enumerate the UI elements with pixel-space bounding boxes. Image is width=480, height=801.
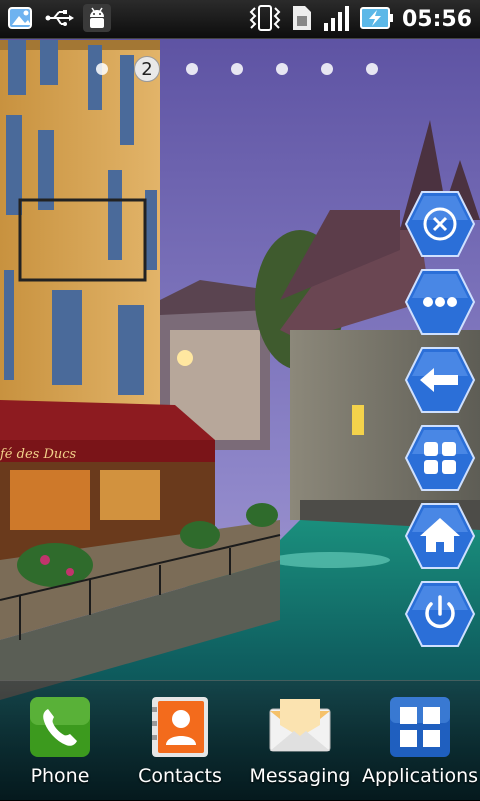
applications-label: Applications bbox=[361, 765, 479, 787]
status-bar: 05:56 bbox=[0, 0, 480, 39]
clock: 05:56 bbox=[401, 7, 472, 32]
home-icon bbox=[404, 503, 476, 569]
page-dot[interactable] bbox=[276, 63, 288, 75]
current-page-indicator[interactable]: 2 bbox=[134, 56, 160, 82]
page-dot[interactable] bbox=[366, 63, 378, 75]
sim-icon bbox=[290, 3, 314, 37]
usb-icon bbox=[44, 3, 74, 37]
back-button[interactable] bbox=[404, 346, 476, 414]
contacts-label: Contacts bbox=[138, 765, 222, 787]
phone-shortcut[interactable]: Phone bbox=[0, 695, 120, 795]
applications-grid-icon bbox=[390, 697, 450, 757]
page-dot[interactable] bbox=[96, 63, 108, 75]
messaging-label: Messaging bbox=[249, 765, 351, 787]
signal-icon bbox=[322, 3, 352, 37]
power-icon bbox=[404, 581, 476, 647]
contacts-icon bbox=[152, 697, 208, 757]
more-icon bbox=[404, 269, 476, 335]
phone-label: Phone bbox=[30, 765, 90, 787]
home-button[interactable] bbox=[404, 502, 476, 570]
quick-action-panel bbox=[404, 190, 476, 650]
photo-app-icon bbox=[6, 3, 36, 37]
cafe-sign-text: fé des Ducs bbox=[0, 447, 77, 462]
page-dot[interactable] bbox=[321, 63, 333, 75]
close-button[interactable] bbox=[404, 190, 476, 258]
contacts-shortcut[interactable]: Contacts bbox=[120, 695, 240, 795]
apps-grid-icon bbox=[404, 425, 476, 491]
battery-charging-icon bbox=[359, 3, 394, 37]
messaging-shortcut[interactable]: Messaging bbox=[240, 695, 360, 795]
back-arrow-icon bbox=[404, 347, 476, 413]
apps-button[interactable] bbox=[404, 424, 476, 492]
applications-shortcut[interactable]: Applications bbox=[360, 695, 480, 795]
phone-icon bbox=[30, 697, 90, 757]
power-button[interactable] bbox=[404, 580, 476, 648]
close-icon bbox=[404, 191, 476, 257]
page-indicator[interactable]: 2 bbox=[96, 56, 411, 82]
dock-bar: Phone Contacts Messaging Applications bbox=[0, 680, 480, 801]
android-debug-icon bbox=[82, 3, 112, 37]
more-button[interactable] bbox=[404, 268, 476, 336]
vibrate-icon bbox=[248, 3, 282, 37]
page-dot[interactable] bbox=[186, 63, 198, 75]
messaging-icon bbox=[269, 699, 331, 752]
page-dot[interactable] bbox=[231, 63, 243, 75]
